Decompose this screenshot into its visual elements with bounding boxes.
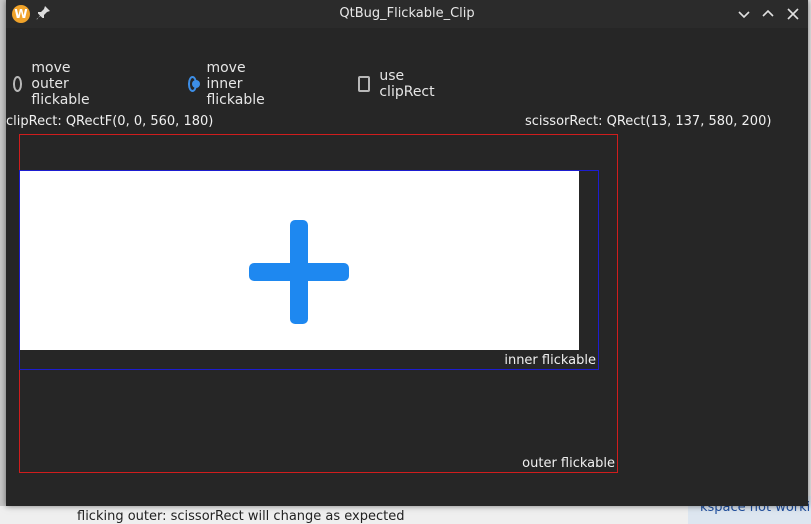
chevron-down-icon <box>738 11 750 19</box>
inner-flickable-label: inner flickable <box>504 353 596 368</box>
maximize-button[interactable] <box>758 4 778 24</box>
plus-icon <box>249 220 349 324</box>
cliprect-readout: clipRect: QRectF(0, 0, 560, 180) <box>6 114 214 129</box>
radio-move-inner-label: move inner flickable <box>206 60 265 108</box>
radio-move-outer-label: move outer flickable <box>31 60 90 108</box>
radio-move-inner[interactable]: move inner flickable <box>188 60 271 108</box>
close-button[interactable] <box>783 4 803 24</box>
minimize-button[interactable] <box>734 4 754 24</box>
clipped-content[interactable] <box>20 171 579 350</box>
radio-indicator[interactable] <box>13 76 23 92</box>
scissorrect-readout: scissorRect: QRect(13, 137, 580, 200) <box>525 114 772 129</box>
window-title: QtBug_Flickable_Clip <box>339 6 475 21</box>
radio-move-outer[interactable]: move outer flickable <box>13 60 96 108</box>
background-text: flicking outer: scissorRect will change … <box>77 509 405 524</box>
app-window: W QtBug_Flickable_Clip move outer flicka… <box>6 0 808 506</box>
checkbox-indicator[interactable] <box>358 76 371 92</box>
checkbox-use-cliprect[interactable]: use clipRect <box>358 68 438 100</box>
close-icon <box>787 8 799 20</box>
checkbox-use-cliprect-label: use clipRect <box>379 68 435 100</box>
outer-flickable-label: outer flickable <box>522 456 615 471</box>
chevron-up-icon <box>762 9 774 17</box>
title-bar[interactable]: W QtBug_Flickable_Clip <box>6 0 808 28</box>
radio-indicator-checked[interactable] <box>188 76 201 92</box>
